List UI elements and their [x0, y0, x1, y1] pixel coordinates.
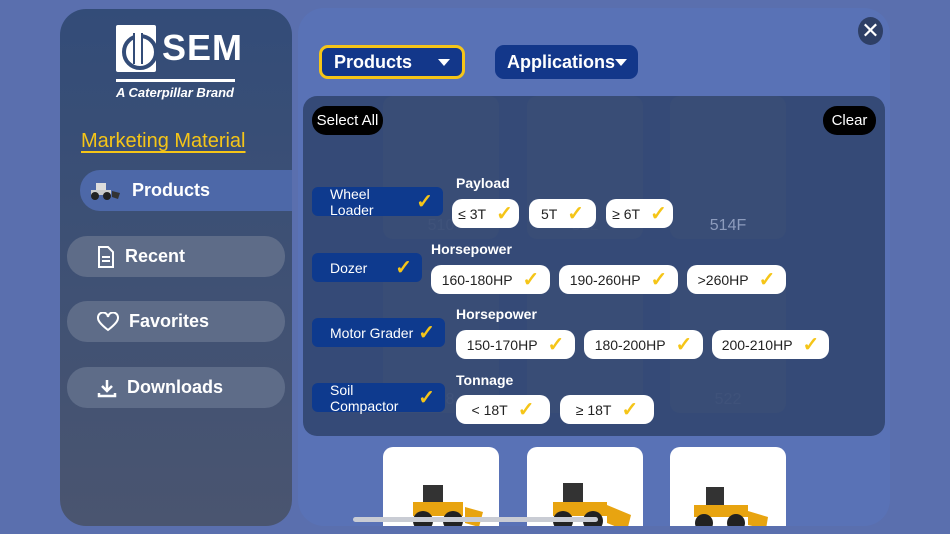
group-title-payload: Payload — [456, 175, 510, 191]
sidebar-item-downloads[interactable]: Downloads — [67, 367, 285, 408]
brand-tagline: A Caterpillar Brand — [116, 85, 234, 100]
wheel-loader-image — [553, 483, 631, 526]
category-motor-grader[interactable]: Motor Grader ✓ — [312, 318, 445, 347]
close-button[interactable]: ✕ — [858, 17, 883, 45]
option-hp-260-plus[interactable]: >260HP ✓ — [687, 265, 786, 294]
wheel-loader-image — [413, 485, 483, 526]
group-title-tonnage: Tonnage — [456, 372, 514, 388]
checkmark-icon: ✓ — [418, 387, 435, 409]
product-card[interactable] — [527, 447, 643, 526]
product-card[interactable] — [383, 447, 499, 526]
sidebar: SEM A Caterpillar Brand Marketing Materi… — [60, 9, 292, 526]
sidebar-item-label: Products — [132, 180, 211, 200]
document-icon — [98, 245, 114, 268]
checkmark-icon: ✓ — [758, 269, 776, 291]
checkmark-icon: ✓ — [418, 322, 435, 344]
checkmark-icon: ✓ — [650, 269, 668, 291]
sidebar-item-recent[interactable]: Recent — [67, 236, 285, 277]
checkmark-icon: ✓ — [496, 203, 513, 225]
option-payload-5t[interactable]: 5T ✓ — [529, 199, 596, 228]
group-title-grader-horsepower: Horsepower — [456, 306, 537, 322]
group-title-dozer-horsepower: Horsepower — [431, 241, 512, 257]
chevron-down-icon — [438, 58, 450, 66]
category-dozer[interactable]: Dozer ✓ — [312, 253, 422, 282]
option-hp-180-200[interactable]: 180-200HP ✓ — [584, 330, 703, 359]
section-title[interactable]: Marketing Material — [81, 130, 246, 153]
option-hp-160-180[interactable]: 160-180HP ✓ — [431, 265, 550, 294]
wheel-loader-icon — [91, 182, 120, 200]
category-wheel-loader[interactable]: Wheel Loader ✓ — [312, 186, 443, 218]
option-payload-6t[interactable]: ≥ 6T ✓ — [606, 199, 673, 228]
category-soil-compactor[interactable]: Soil Compactor ✓ — [312, 382, 445, 414]
close-icon: ✕ — [861, 18, 880, 43]
sidebar-item-products[interactable]: Products — [80, 170, 292, 211]
checkmark-icon: ✓ — [675, 334, 693, 356]
sidebar-item-label: Recent — [125, 246, 186, 266]
select-all-button[interactable]: Select All — [312, 106, 383, 135]
option-payload-3t[interactable]: ≤ 3T ✓ — [452, 199, 519, 228]
checkmark-icon: ✓ — [567, 203, 585, 225]
sem-logo: SEM A Caterpillar Brand — [116, 25, 244, 100]
option-hp-190-260[interactable]: 190-260HP ✓ — [559, 265, 678, 294]
checkmark-icon: ✓ — [650, 203, 667, 225]
sidebar-item-label: Favorites — [129, 311, 210, 331]
checkmark-icon: ✓ — [522, 269, 540, 291]
product-card[interactable] — [670, 447, 786, 526]
products-panel: Products Applications ✕ 510 512 514F 518… — [298, 8, 890, 526]
product-card-label: 514F — [709, 217, 747, 234]
products-dropdown[interactable]: Products — [319, 45, 465, 79]
checkmark-icon: ✓ — [416, 191, 433, 213]
option-tonnage-18t-plus[interactable]: ≥ 18T ✓ — [560, 395, 654, 424]
option-tonnage-under-18t[interactable]: < 18T ✓ — [456, 395, 550, 424]
chevron-down-icon — [615, 58, 628, 66]
sidebar-item-label: Downloads — [127, 377, 224, 397]
checkmark-icon: ✓ — [802, 334, 820, 356]
sidebar-item-favorites[interactable]: Favorites — [67, 301, 285, 342]
checkmark-icon: ✓ — [395, 257, 412, 279]
checkmark-icon: ✓ — [547, 334, 565, 356]
checkmark-icon: ✓ — [621, 399, 639, 421]
option-hp-200-210[interactable]: 200-210HP ✓ — [712, 330, 829, 359]
clear-button[interactable]: Clear — [823, 106, 876, 135]
wheel-loader-image — [694, 487, 768, 526]
applications-dropdown[interactable]: Applications — [495, 45, 638, 79]
horizontal-scrollbar[interactable] — [353, 517, 598, 522]
filter-overlay: Select All Clear Wheel Loader ✓ Dozer ✓ Mo… — [303, 96, 885, 436]
checkmark-icon: ✓ — [517, 399, 535, 421]
option-hp-150-170[interactable]: 150-170HP ✓ — [456, 330, 575, 359]
heart-icon — [97, 311, 119, 331]
download-icon — [97, 379, 117, 397]
